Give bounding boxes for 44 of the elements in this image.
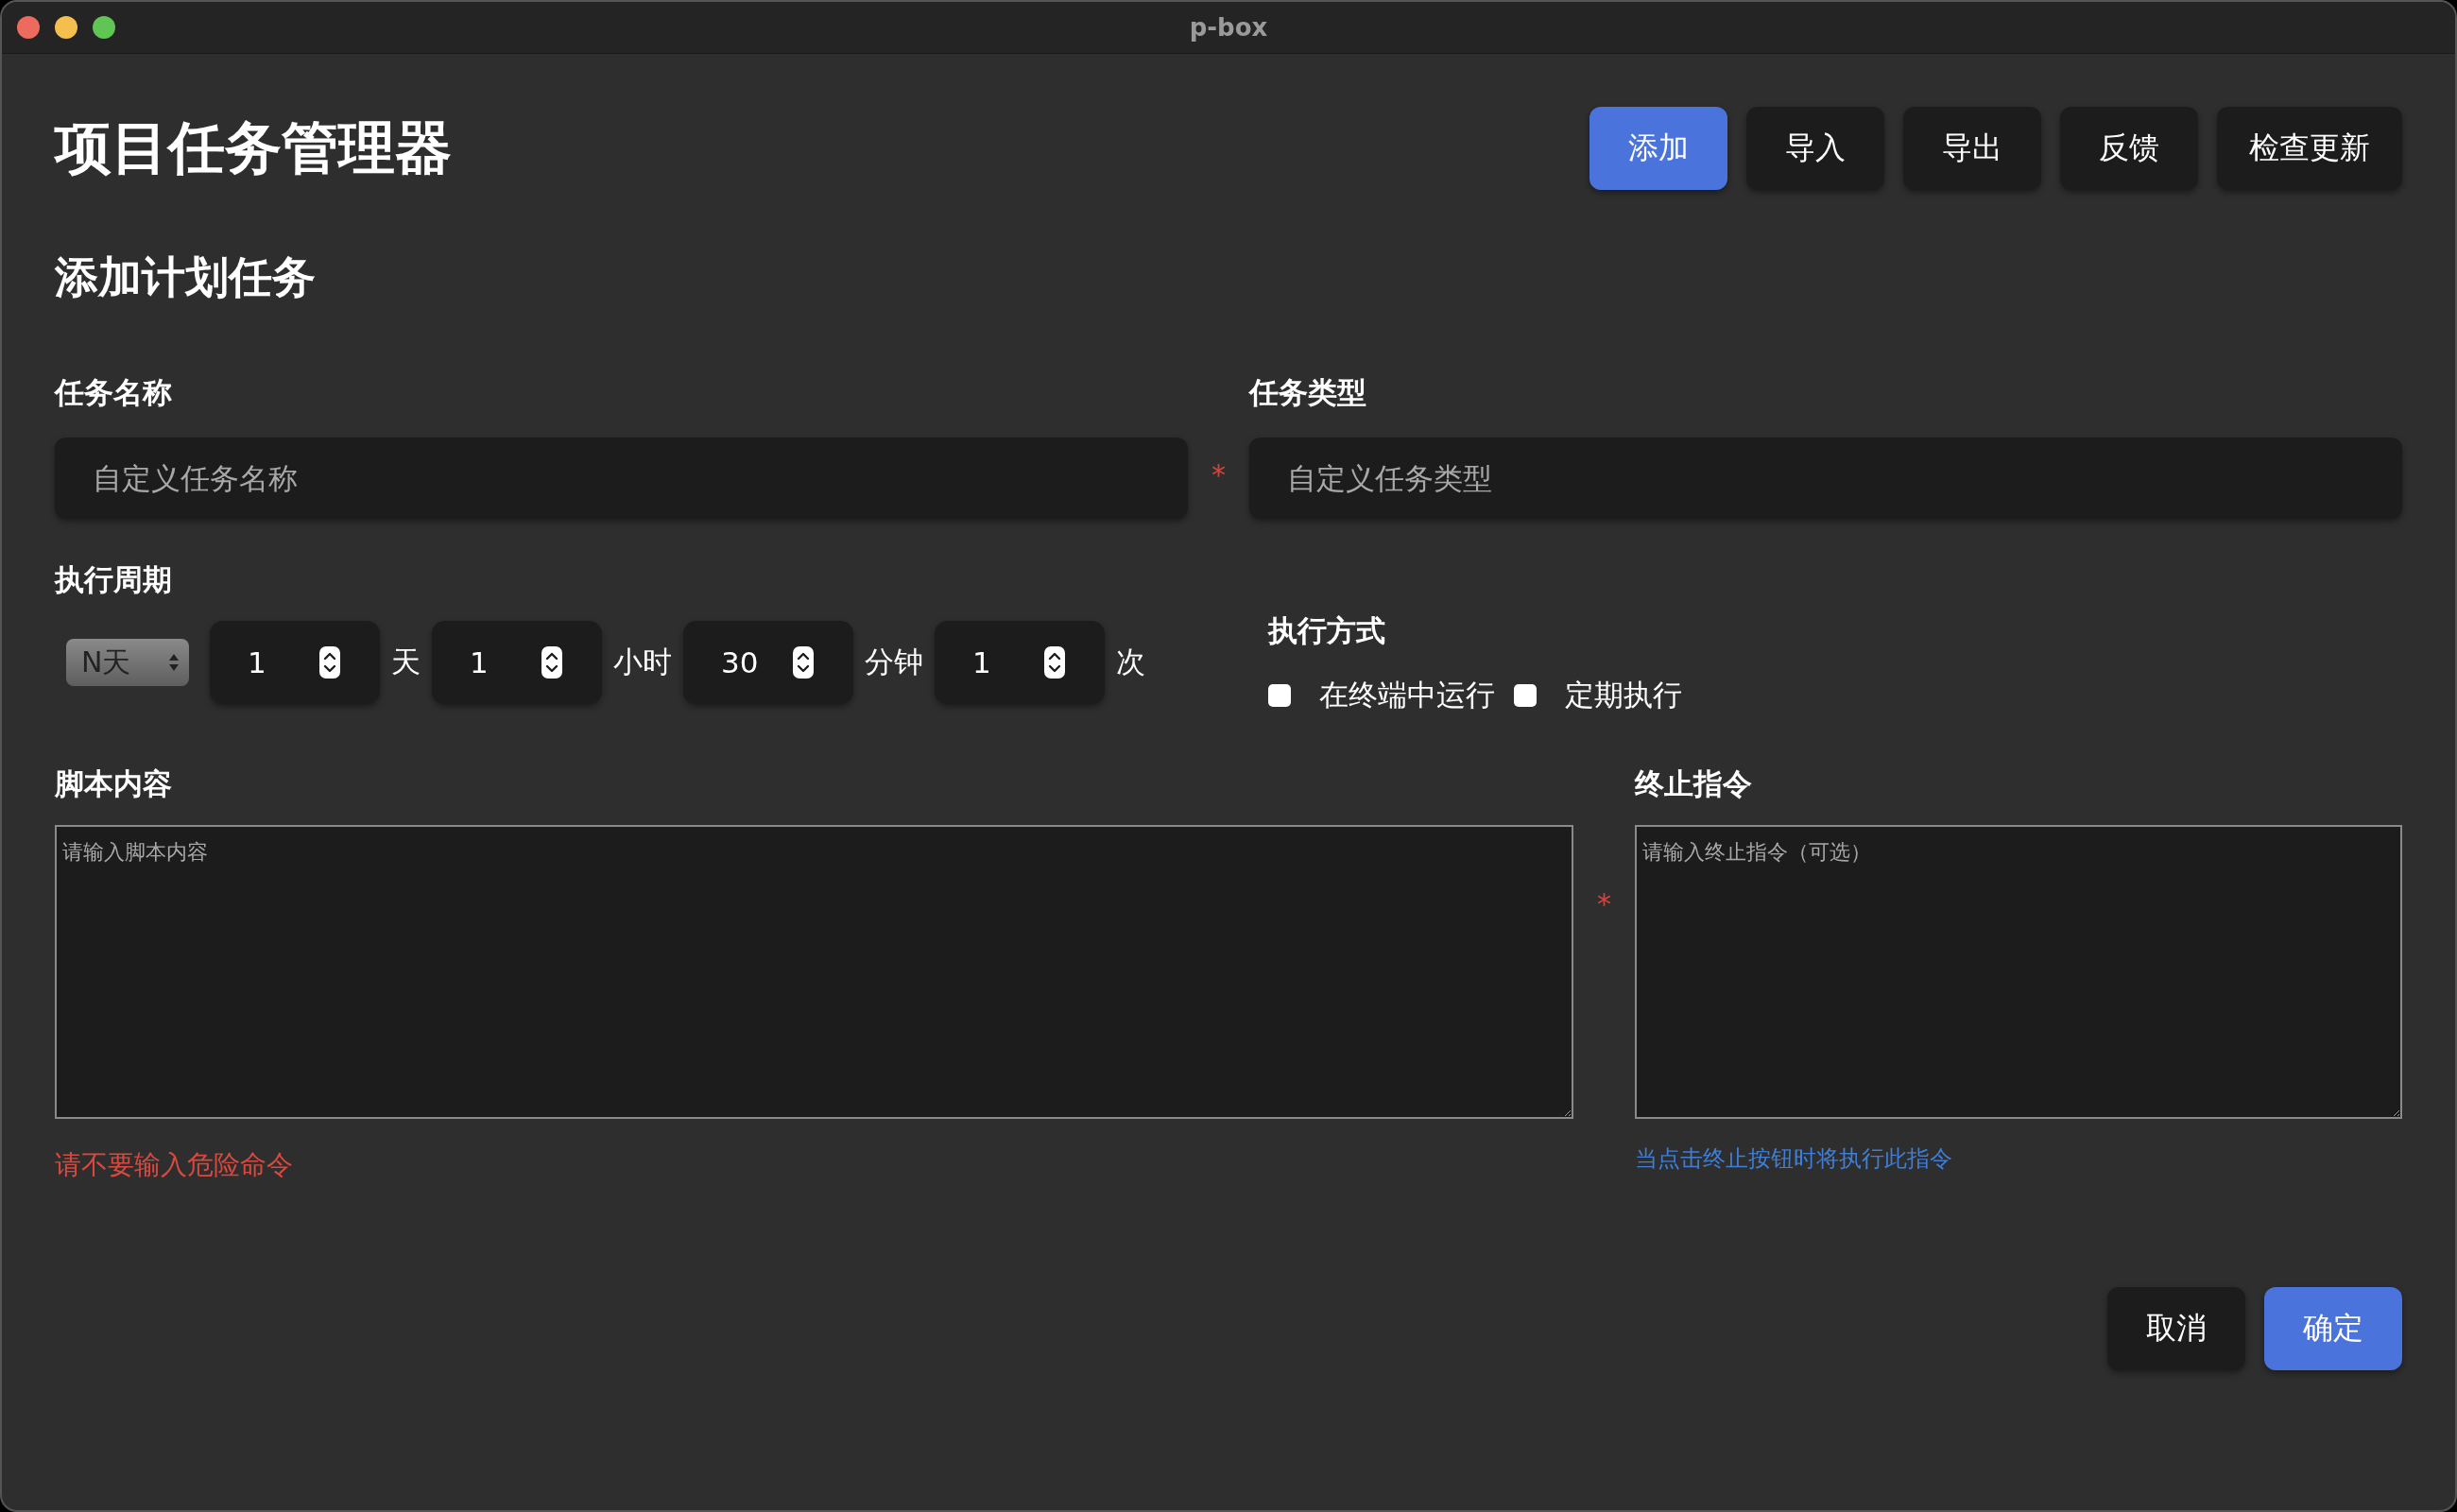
section-title: 添加计划任务 [55, 250, 317, 304]
close-icon[interactable] [17, 16, 40, 39]
stepper-icon[interactable] [319, 646, 340, 679]
stepper-icon[interactable] [1044, 646, 1065, 679]
field-label: 执行方式 [1268, 612, 1386, 649]
maximize-icon[interactable] [93, 16, 115, 39]
script-textarea[interactable]: 请输入脚本内容 [55, 825, 1573, 1119]
unit-label: 次 [1116, 644, 1145, 680]
dialog-button[interactable]: 取消 [2107, 1287, 2245, 1370]
number-field[interactable]: 1 [935, 621, 1105, 704]
required-mark: * [1597, 887, 1611, 919]
number-field[interactable]: 30 [683, 621, 853, 704]
hint-text: 当点击终止按钮时将执行此指令 [1635, 1144, 1953, 1174]
stop-command-textarea[interactable]: 请输入终止指令（可选） [1635, 825, 2402, 1119]
toolbar-button[interactable]: 导入 [1746, 107, 1884, 190]
window-title: p-box [1189, 13, 1268, 42]
field-label: 脚本内容 [55, 765, 173, 802]
checkbox-label: 定期执行 [1565, 677, 1682, 713]
toolbar-button[interactable]: 导出 [1903, 107, 2041, 190]
input-field[interactable]: 自定义任务名称 [55, 438, 1188, 519]
stepper-icon[interactable] [541, 646, 562, 679]
updown-icon [168, 652, 180, 673]
warning-text: 请不要输入危险命令 [55, 1148, 294, 1182]
input-field[interactable]: 自定义任务类型 [1249, 438, 2402, 519]
toolbar-button[interactable]: 检查更新 [2217, 107, 2402, 190]
field-label: 执行周期 [55, 561, 173, 598]
unit-label: 小时 [613, 644, 672, 680]
number-field[interactable]: 1 [432, 621, 602, 704]
checkbox[interactable] [1268, 684, 1291, 707]
field-label: 终止指令 [1635, 765, 1753, 802]
required-mark: * [1211, 458, 1226, 490]
unit-label: 分钟 [865, 644, 923, 680]
checkbox-label: 在终端中运行 [1319, 677, 1495, 713]
toolbar-button[interactable]: 反馈 [2060, 107, 2198, 190]
app-title: 项目任务管理器 [55, 112, 452, 182]
unit-label: 天 [391, 644, 421, 680]
stepper-icon[interactable] [793, 646, 814, 679]
toolbar-button[interactable]: 添加 [1589, 107, 1727, 190]
number-field[interactable]: 1 [210, 621, 380, 704]
minimize-icon[interactable] [55, 16, 77, 39]
checkbox[interactable] [1514, 684, 1537, 707]
field-label: 任务名称 [55, 374, 173, 411]
field-label: 任务类型 [1249, 374, 1367, 411]
dialog-button[interactable]: 确定 [2264, 1287, 2402, 1370]
